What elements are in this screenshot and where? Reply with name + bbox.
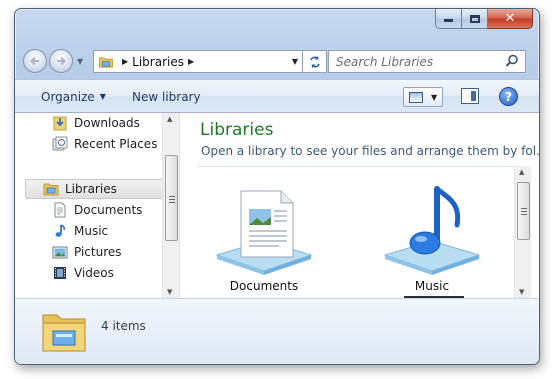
address-bar[interactable]: ▶ Libraries ▶ ▼ xyxy=(93,50,303,73)
sidebar-item-label: Music xyxy=(74,224,109,238)
sidebar-item-label: Libraries xyxy=(65,182,117,196)
file-pane: Libraries Open a library to see your fil… xyxy=(181,113,540,300)
videos-icon xyxy=(54,267,66,279)
sidebar-item-label: Recent Places xyxy=(74,137,158,151)
music-library-icon xyxy=(383,186,481,275)
scroll-down-icon[interactable]: ▼ xyxy=(167,288,172,296)
downloads-icon xyxy=(53,116,67,131)
maximize-button[interactable] xyxy=(462,9,488,29)
sidebar-item-label: Pictures xyxy=(74,245,122,259)
forward-arrow-icon xyxy=(57,56,66,66)
minimize-button[interactable] xyxy=(435,9,462,29)
sidebar-item-music[interactable]: Music xyxy=(52,221,108,241)
sidebar-item-libraries[interactable]: Libraries xyxy=(25,179,163,199)
title-bar[interactable]: ✕ xyxy=(15,9,539,41)
libraries-folder-icon xyxy=(42,314,86,352)
back-arrow-icon xyxy=(30,56,39,66)
navigation-bar: ▼ ▶ Libraries ▶ ▼ Search Libraries xyxy=(15,45,539,75)
refresh-button[interactable] xyxy=(303,50,327,73)
scroll-up-icon[interactable]: ▲ xyxy=(519,168,524,176)
close-icon: ✕ xyxy=(504,11,516,26)
help-icon: ? xyxy=(505,89,512,104)
sidebar-item-downloads[interactable]: Downloads xyxy=(52,113,140,133)
organize-button[interactable]: Organize ▼ xyxy=(41,80,106,113)
address-history-dropdown[interactable]: ▼ xyxy=(292,57,298,66)
back-button[interactable] xyxy=(23,49,47,73)
refresh-icon xyxy=(309,55,320,68)
sidebar-item-recent-places[interactable]: Recent Places xyxy=(52,134,157,154)
scroll-up-icon[interactable]: ▲ xyxy=(167,115,172,123)
forward-button[interactable] xyxy=(49,49,73,73)
page-title: Libraries xyxy=(200,120,274,140)
command-bar: Organize ▼ New library ▼ ? xyxy=(15,79,539,113)
view-options-icon xyxy=(409,91,423,103)
sidebar-item-documents[interactable]: Documents xyxy=(52,200,142,220)
close-button[interactable]: ✕ xyxy=(488,9,533,29)
tile-label: Music xyxy=(414,279,450,293)
organize-label: Organize xyxy=(41,89,95,104)
chevron-down-icon: ▼ xyxy=(99,92,106,101)
item-count: 4 items xyxy=(101,319,146,333)
libraries-icon xyxy=(43,183,59,196)
library-tile-documents[interactable]: Documents xyxy=(209,185,319,300)
sidebar-item-label: Videos xyxy=(74,266,114,280)
breadcrumb-libraries[interactable]: Libraries xyxy=(132,55,184,69)
minimize-icon xyxy=(444,19,453,22)
new-library-label: New library xyxy=(132,89,201,104)
tile-label: Documents xyxy=(229,279,299,293)
sidebar-item-videos[interactable]: Videos xyxy=(52,263,114,283)
sidebar-item-label: Downloads xyxy=(74,116,140,130)
sidebar-item-label: Documents xyxy=(74,203,143,217)
explorer-window: ✕ ▼ ▶ Libraries ▶ ▼ Search Libraries Org… xyxy=(14,8,540,365)
documents-icon xyxy=(54,202,66,218)
navigation-pane: Downloads Recent Places Libraries Docume… xyxy=(15,113,180,298)
breadcrumb-separator-icon[interactable]: ▶ xyxy=(122,57,128,66)
scrollbar-thumb[interactable] xyxy=(517,182,530,240)
search-box[interactable]: Search Libraries xyxy=(328,50,526,73)
preview-pane-button[interactable] xyxy=(461,88,479,104)
navigation-pane-scrollbar[interactable]: ▲ ▼ xyxy=(162,113,179,298)
maximize-icon xyxy=(469,14,480,23)
caption-buttons: ✕ xyxy=(435,9,533,29)
content-area: Downloads Recent Places Libraries Docume… xyxy=(15,113,540,300)
documents-library-icon xyxy=(215,190,313,275)
scroll-down-icon[interactable]: ▼ xyxy=(519,288,524,296)
details-pane: 4 items xyxy=(15,298,539,364)
chevron-down-icon[interactable]: ▼ xyxy=(431,93,437,102)
search-input[interactable]: Search Libraries xyxy=(336,55,433,69)
search-icon[interactable] xyxy=(505,54,519,68)
pictures-icon xyxy=(52,246,68,259)
breadcrumb-separator-icon[interactable]: ▶ xyxy=(188,57,194,66)
divider xyxy=(197,166,515,167)
recent-pages-dropdown[interactable]: ▼ xyxy=(77,57,83,66)
file-pane-scrollbar[interactable]: ▲ ▼ xyxy=(514,166,531,298)
recent-places-icon xyxy=(52,136,68,151)
library-tile-music[interactable]: Music xyxy=(377,185,487,300)
help-button[interactable]: ? xyxy=(499,87,518,106)
music-icon xyxy=(55,224,65,237)
libraries-folder-icon xyxy=(99,56,113,67)
change-view-button[interactable]: ▼ xyxy=(403,87,443,107)
scrollbar-thumb[interactable] xyxy=(165,155,178,241)
new-library-button[interactable]: New library xyxy=(132,80,201,113)
sidebar-item-pictures[interactable]: Pictures xyxy=(52,242,122,262)
page-subtitle: Open a library to see your files and arr… xyxy=(201,144,540,158)
